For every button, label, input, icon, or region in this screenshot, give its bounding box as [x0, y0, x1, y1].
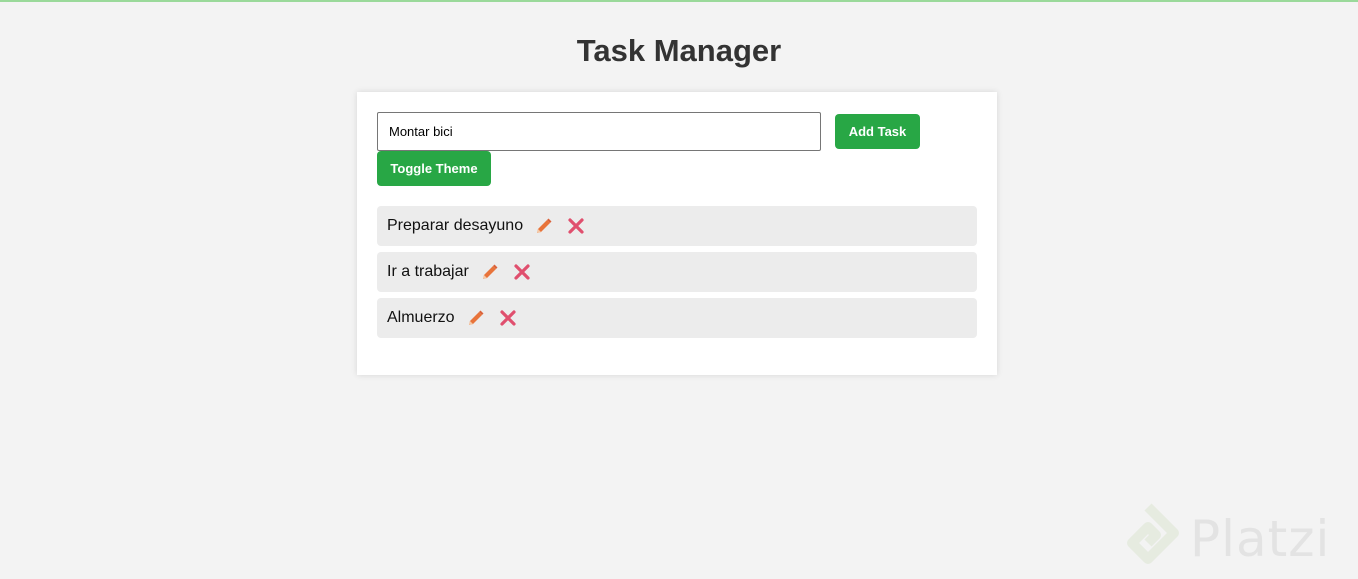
toggle-theme-button[interactable]: Toggle Theme — [377, 151, 491, 186]
task-input[interactable] — [377, 112, 821, 151]
top-accent-line — [0, 0, 1358, 2]
task-text: Almuerzo — [387, 309, 455, 326]
task-text: Ir a trabajar — [387, 263, 469, 280]
close-icon[interactable] — [567, 217, 585, 235]
pencil-icon[interactable] — [467, 309, 485, 327]
pencil-icon[interactable] — [481, 263, 499, 281]
pencil-icon[interactable] — [535, 217, 553, 235]
platzi-logo-icon — [1127, 502, 1179, 564]
watermark-text: Platzi — [1190, 509, 1331, 568]
task-item: Preparar desayuno — [377, 206, 977, 246]
platzi-watermark: Platzi — [1118, 498, 1358, 579]
task-card: Add Task Toggle Theme Preparar desayuno … — [357, 92, 997, 375]
close-icon[interactable] — [513, 263, 531, 281]
close-icon[interactable] — [499, 309, 517, 327]
task-item: Almuerzo — [377, 298, 977, 338]
task-list: Preparar desayuno Ir a trabajar Almuerzo — [377, 206, 977, 344]
task-item: Ir a trabajar — [377, 252, 977, 292]
task-text: Preparar desayuno — [387, 217, 524, 234]
page-title: Task Manager — [576, 33, 782, 68]
add-task-button[interactable]: Add Task — [835, 114, 920, 149]
